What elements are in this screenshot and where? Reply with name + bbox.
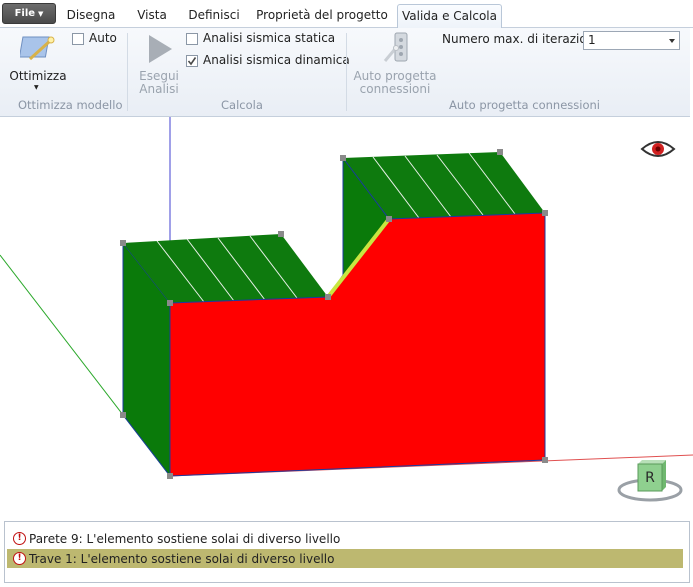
group-separator bbox=[346, 33, 347, 111]
tab-proprieta-progetto[interactable]: Proprietà del progetto bbox=[252, 4, 392, 27]
chevron-down-icon bbox=[669, 39, 675, 43]
ribbon-panel: Ottimizza ▼ Auto Ottimizza modello Esegu… bbox=[0, 28, 690, 117]
tab-valida-calcola[interactable]: Valida e Calcola bbox=[397, 4, 502, 28]
iterazioni-select[interactable]: 1 bbox=[583, 31, 680, 50]
tab-vista[interactable]: Vista bbox=[126, 4, 178, 27]
auto-progetta-label-line2: connessioni bbox=[359, 82, 431, 96]
play-icon bbox=[149, 35, 172, 63]
iterazioni-value: 1 bbox=[588, 33, 596, 47]
esegui-label-line1: Esegui bbox=[139, 69, 179, 83]
auto-progetta-connessioni-button[interactable]: Auto progetta connessioni bbox=[353, 31, 437, 96]
auto-checkbox-label: Auto bbox=[89, 31, 117, 45]
checkmark-icon bbox=[187, 57, 197, 66]
tab-disegna[interactable]: Disegna bbox=[60, 4, 122, 27]
group-label-connessioni: Auto progetta connessioni bbox=[449, 98, 600, 112]
message-text: Parete 9: L'elemento sostiene solai di d… bbox=[29, 531, 341, 546]
esegui-analisi-button[interactable]: Esegui Analisi bbox=[134, 31, 184, 96]
analisi-dinamica-label: Analisi sismica dinamica bbox=[203, 53, 350, 67]
view-cube-label: R bbox=[645, 470, 655, 486]
error-icon: ! bbox=[13, 552, 26, 565]
list-item-selected[interactable]: ! Trave 1: L'elemento sostiene solai di … bbox=[7, 549, 683, 568]
group-label-calcola: Calcola bbox=[221, 98, 263, 112]
file-menu-label: File bbox=[14, 8, 36, 19]
analisi-statica-label: Analisi sismica statica bbox=[203, 31, 336, 45]
ottimizza-button[interactable]: Ottimizza ▼ bbox=[8, 31, 68, 93]
chevron-down-icon: ▼ bbox=[34, 84, 39, 91]
optimize-wand-icon bbox=[20, 36, 55, 61]
view-cube[interactable]: R bbox=[616, 457, 686, 507]
connection-design-icon bbox=[383, 32, 408, 62]
esegui-label-line2: Analisi bbox=[139, 82, 179, 96]
error-icon: ! bbox=[13, 532, 26, 545]
file-menu-button[interactable]: File ▼ bbox=[2, 3, 56, 24]
chevron-down-icon: ▼ bbox=[38, 9, 44, 18]
auto-checkbox[interactable] bbox=[72, 33, 84, 45]
group-separator bbox=[127, 33, 128, 111]
iterazioni-label: Numero max. di iterazioni bbox=[442, 32, 598, 46]
message-text: Trave 1: L'elemento sostiene solai di di… bbox=[29, 551, 335, 566]
model-3d-viewport[interactable]: R bbox=[0, 117, 693, 517]
visibility-eye-icon[interactable] bbox=[640, 137, 676, 161]
analisi-statica-checkbox[interactable] bbox=[186, 33, 198, 45]
validation-messages-list: ! Parete 9: L'elemento sostiene solai di… bbox=[4, 521, 690, 583]
tab-definisci[interactable]: Definisci bbox=[182, 4, 246, 27]
ribbon-tab-bar: File ▼ Disegna Vista Definisci Proprietà… bbox=[0, 0, 693, 28]
auto-progetta-label-line1: Auto progetta bbox=[353, 69, 437, 83]
list-item[interactable]: ! Parete 9: L'elemento sostiene solai di… bbox=[7, 529, 683, 548]
ottimizza-label: Ottimizza bbox=[9, 69, 67, 83]
model-3d-canvas bbox=[0, 117, 693, 479]
group-label-ottimizza: Ottimizza modello bbox=[18, 98, 123, 112]
analisi-dinamica-checkbox[interactable] bbox=[186, 55, 198, 67]
